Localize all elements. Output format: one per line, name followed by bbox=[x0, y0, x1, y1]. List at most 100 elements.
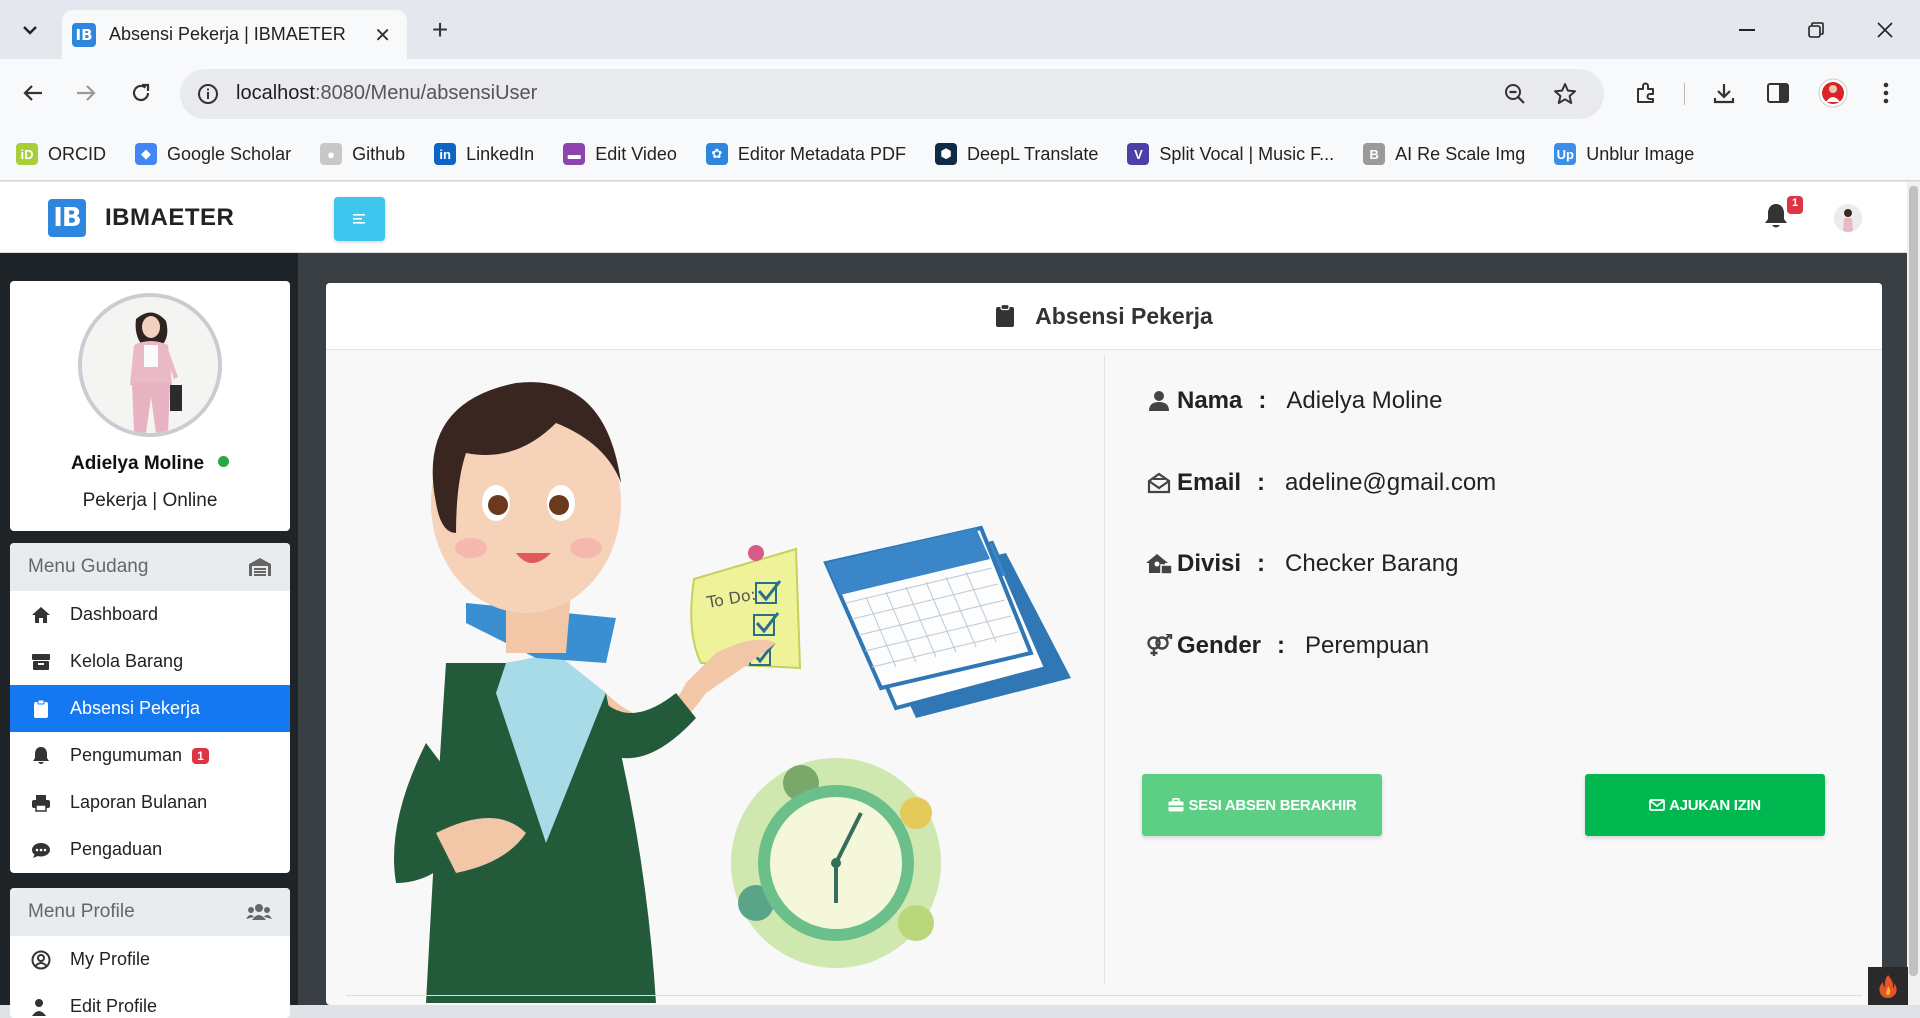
comment-dots-icon bbox=[30, 839, 52, 861]
bookmark-pdf-editor[interactable]: ✿ Editor Metadata PDF bbox=[705, 143, 906, 165]
bell-icon bbox=[30, 745, 52, 767]
user-avatar[interactable] bbox=[1834, 204, 1862, 232]
scrollbar-thumb[interactable] bbox=[1909, 186, 1918, 976]
bookmark-unblur[interactable]: Up Unblur Image bbox=[1554, 143, 1694, 165]
field-nama: Nama: Adielya Moline bbox=[1145, 387, 1442, 415]
address-bar[interactable]: localhost:8080/Menu/absensiUser bbox=[180, 69, 1604, 119]
tab-close-icon[interactable]: ✕ bbox=[374, 23, 391, 48]
menu-lines-icon bbox=[352, 214, 365, 224]
field-divisi: Divisi: Checker Barang bbox=[1145, 550, 1458, 578]
field-email: Email: adeline@gmail.com bbox=[1145, 469, 1496, 497]
card-bottom-divider bbox=[346, 995, 1862, 996]
bookmarks-bar: iD ORCID ◆ Google Scholar ● Github in LinkedIn ▬… bbox=[0, 128, 1920, 181]
top-navbar: IB IBMAETER 1 bbox=[0, 182, 1907, 253]
close-icon bbox=[1877, 22, 1893, 38]
menu-gudang-header: Menu Gudang bbox=[10, 543, 290, 591]
bell-icon bbox=[1765, 204, 1787, 228]
restore-icon bbox=[1808, 22, 1824, 38]
sidebar-item-pengumuman[interactable]: Pengumuman 1 bbox=[10, 732, 290, 779]
izin-button-label: AJUKAN IZIN bbox=[1669, 796, 1761, 814]
field-colon: : bbox=[1277, 632, 1286, 659]
sidebar-item-dashboard[interactable]: Dashboard bbox=[10, 591, 290, 638]
browser-menu-button[interactable] bbox=[1868, 75, 1904, 111]
chrome-profile-button[interactable] bbox=[1815, 75, 1851, 111]
side-panel-button[interactable] bbox=[1760, 75, 1796, 111]
star-icon bbox=[1554, 83, 1576, 104]
field-colon: : bbox=[1257, 469, 1266, 496]
unblur-icon: Up bbox=[1554, 143, 1577, 165]
sidebar-item-label: Pengaduan bbox=[70, 839, 163, 859]
venus-mars-icon bbox=[1145, 632, 1173, 660]
bookmark-star-button[interactable] bbox=[1550, 80, 1580, 108]
envelope-open-icon bbox=[1145, 469, 1173, 497]
bookmark-label: LinkedIn bbox=[466, 143, 535, 164]
sidebar-item-absensi-pekerja[interactable]: Absensi Pekerja bbox=[10, 685, 290, 732]
bookmark-label: Unblur Image bbox=[1586, 143, 1695, 164]
site-info-button[interactable] bbox=[192, 78, 224, 110]
deepl-icon: ⬢ bbox=[935, 143, 957, 165]
orcid-icon: iD bbox=[16, 143, 38, 165]
zoom-button[interactable] bbox=[1500, 80, 1530, 108]
bookmark-orcid[interactable]: iD ORCID bbox=[16, 143, 106, 165]
warehouse-icon bbox=[249, 558, 271, 576]
sidebar-item-label: Laporan Bulanan bbox=[70, 792, 208, 812]
bookmark-github[interactable]: ● Github bbox=[320, 143, 405, 165]
brand[interactable]: IB IBMAETER bbox=[48, 199, 234, 237]
sidebar-toggle-button[interactable] bbox=[334, 197, 385, 241]
sidebar-item-kelola-barang[interactable]: Kelola Barang bbox=[10, 638, 290, 685]
bookmark-video[interactable]: ▬ Edit Video bbox=[563, 143, 677, 165]
chevron-down-icon bbox=[23, 26, 37, 35]
app-window: IB IBMAETER 1 Adielya Moline Pekerja | O… bbox=[0, 182, 1920, 1018]
browser-toolbar: localhost:8080/Menu/absensiUser bbox=[0, 59, 1920, 128]
field-value: Perempuan bbox=[1305, 632, 1430, 659]
tab-search-button[interactable] bbox=[18, 14, 42, 46]
bookmark-split-vocal[interactable]: V Split Vocal | Music F... bbox=[1127, 143, 1334, 165]
page-title: Absensi Pekerja bbox=[1035, 302, 1213, 329]
ajukan-izin-button[interactable]: AJUKAN IZIN bbox=[1585, 774, 1825, 836]
field-label: Divisi bbox=[1177, 550, 1242, 577]
bookmark-deepl[interactable]: ⬢ DeepL Translate bbox=[935, 143, 1098, 165]
extensions-button[interactable] bbox=[1628, 75, 1664, 111]
minimize-button[interactable] bbox=[1730, 14, 1764, 46]
bookmark-label: Github bbox=[352, 143, 406, 164]
bookmark-label: Editor Metadata PDF bbox=[737, 143, 906, 164]
sidebar-item-my-profile[interactable]: My Profile bbox=[10, 936, 290, 983]
more-vert-icon bbox=[1883, 82, 1889, 104]
downloads-button[interactable] bbox=[1706, 75, 1742, 111]
field-label: Gender bbox=[1177, 632, 1262, 659]
minimize-icon bbox=[1739, 29, 1755, 31]
sidebar-item-label: Absensi Pekerja bbox=[70, 698, 201, 718]
sesi-absen-berakhir-button[interactable]: SESI ABSEN BERAKHIR bbox=[1142, 774, 1382, 836]
github-icon: ● bbox=[320, 143, 343, 165]
user-edit-icon bbox=[30, 996, 52, 1018]
field-value: adeline@gmail.com bbox=[1285, 469, 1497, 496]
profile-name: Adielya Moline bbox=[10, 453, 290, 475]
floating-fire-button[interactable] bbox=[1868, 967, 1908, 1005]
url-path: :8080/Menu/absensiUser bbox=[314, 82, 538, 104]
restore-button[interactable] bbox=[1799, 14, 1833, 46]
forward-button[interactable] bbox=[68, 75, 104, 111]
sidebar-item-label: Kelola Barang bbox=[70, 651, 184, 671]
pdf-editor-icon: ✿ bbox=[705, 143, 728, 165]
bookmark-label: ORCID bbox=[48, 143, 106, 164]
reload-button[interactable] bbox=[123, 75, 159, 111]
new-tab-button[interactable]: + bbox=[424, 14, 456, 46]
sidebar-item-pengaduan[interactable]: Pengaduan bbox=[10, 826, 290, 873]
bookmark-linkedin[interactable]: in LinkedIn bbox=[434, 143, 534, 165]
sidebar-item-laporan-bulanan[interactable]: Laporan Bulanan bbox=[10, 779, 290, 826]
bookmark-google-scholar[interactable]: ◆ Google Scholar bbox=[135, 143, 291, 165]
info-icon bbox=[198, 84, 218, 104]
bookmark-rescale[interactable]: B AI Re Scale Img bbox=[1363, 143, 1525, 165]
page-scrollbar[interactable] bbox=[1907, 182, 1920, 1005]
sidebar-item-edit-profile[interactable]: Edit Profile bbox=[10, 983, 290, 1018]
sidebar-item-label: Pengumuman bbox=[70, 745, 183, 765]
close-window-button[interactable] bbox=[1868, 14, 1902, 46]
back-button[interactable] bbox=[15, 75, 51, 111]
briefcase-icon bbox=[1168, 798, 1184, 812]
menu-profile: Menu Profile My Profile Edit Profile bbox=[10, 888, 290, 1018]
field-label: Nama bbox=[1177, 387, 1243, 414]
notification-badge: 1 bbox=[1787, 196, 1804, 214]
bookmark-label: Split Vocal | Music F... bbox=[1159, 143, 1335, 164]
forward-arrow-icon bbox=[77, 85, 96, 101]
browser-tab-active[interactable]: IB Absensi Pekerja | IBMAETER ✕ bbox=[62, 10, 407, 59]
